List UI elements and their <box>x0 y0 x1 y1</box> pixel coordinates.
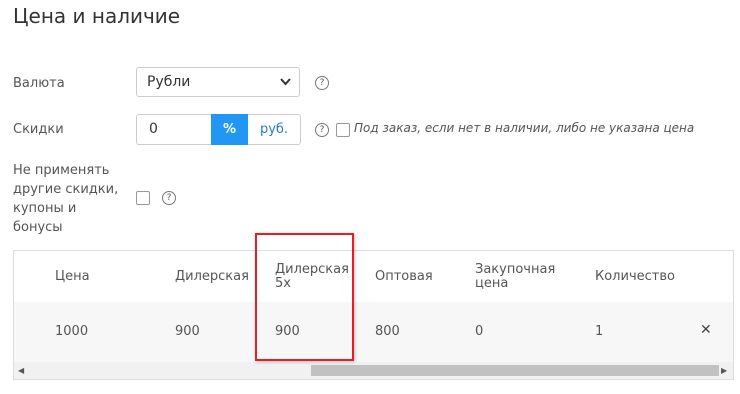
horizontal-scrollbar[interactable]: ◀ ▶ <box>14 362 733 379</box>
no-discounts-label-line: другие скидки, <box>13 182 119 197</box>
scroll-thumb[interactable] <box>311 365 719 376</box>
currency-select[interactable]: Рубли <box>136 67 300 97</box>
discount-input[interactable]: 0 <box>136 114 211 145</box>
section-title: Цена и наличие <box>13 4 181 28</box>
no-discounts-label: Не применять другие скидки, купоны и бон… <box>13 161 118 237</box>
no-discounts-checkbox[interactable] <box>136 191 150 205</box>
cell-dealer[interactable]: 900 <box>175 325 200 339</box>
highlight-box <box>255 233 354 361</box>
column-header-purchase: Закупочная цена <box>475 262 556 291</box>
percent-button[interactable]: % <box>211 114 248 145</box>
currency-help-icon[interactable]: ? <box>315 76 329 90</box>
currency-select-value: Рубли <box>147 74 191 90</box>
scroll-right-icon[interactable]: ▶ <box>721 365 727 376</box>
cell-wholesale[interactable]: 800 <box>375 325 400 339</box>
preorder-checkbox[interactable] <box>336 123 350 137</box>
table-header: Цена Дилерская Дилерская 5х Оптовая Заку… <box>14 251 733 303</box>
prices-table: Цена Дилерская Дилерская 5х Оптовая Заку… <box>13 250 734 380</box>
column-header-quantity: Количество <box>595 269 675 284</box>
no-discounts-label-line: купоны и <box>13 201 77 216</box>
table-row: 1000 900 900 800 0 1 ✕ <box>14 302 733 362</box>
discount-help-icon[interactable]: ? <box>315 123 329 137</box>
discount-label: Скидки <box>13 122 64 137</box>
chevron-down-icon <box>280 68 291 106</box>
no-discounts-label-line: Не применять <box>13 163 110 178</box>
cell-quantity[interactable]: 1 <box>595 325 603 339</box>
rub-button[interactable]: руб. <box>248 114 301 145</box>
column-header-price: Цена <box>55 269 90 284</box>
cell-price[interactable]: 1000 <box>55 325 88 339</box>
no-discounts-label-line: бонусы <box>13 220 63 235</box>
column-header-wholesale: Оптовая <box>375 269 433 284</box>
no-discounts-help-icon[interactable]: ? <box>162 191 176 205</box>
preorder-note: Под заказ, если нет в наличии, либо не у… <box>354 121 695 135</box>
scroll-left-icon[interactable]: ◀ <box>18 365 24 376</box>
remove-row-icon[interactable]: ✕ <box>700 322 712 338</box>
currency-label: Валюта <box>13 76 65 91</box>
column-header-dealer: Дилерская <box>175 269 249 284</box>
cell-purchase[interactable]: 0 <box>475 325 483 339</box>
